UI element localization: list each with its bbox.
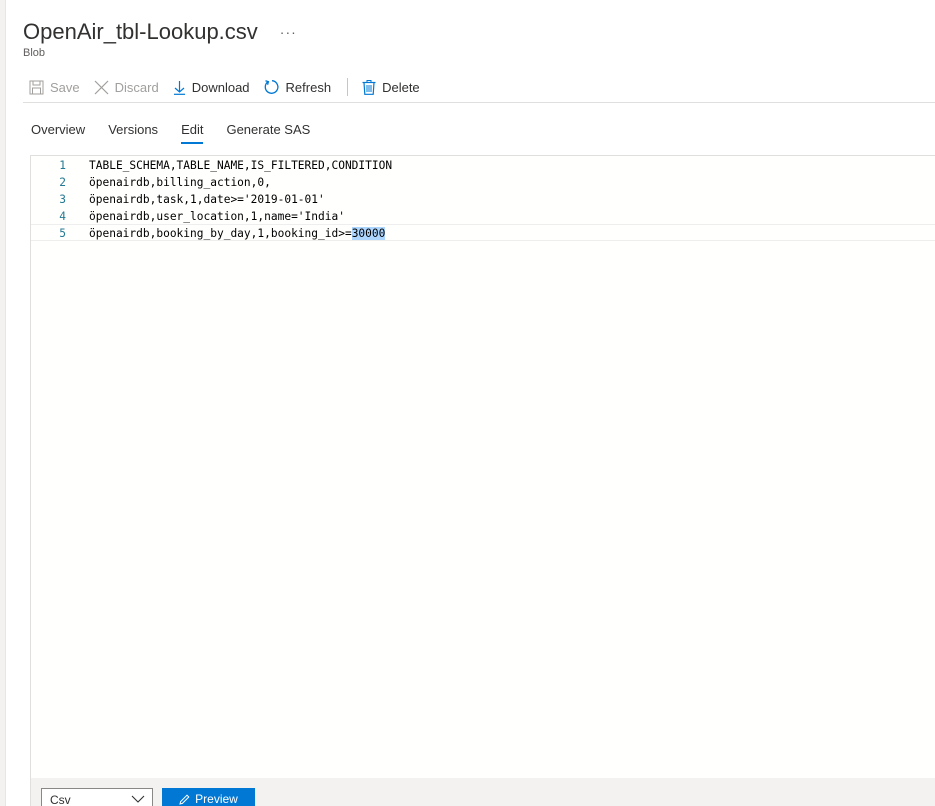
pencil-icon — [179, 793, 190, 805]
download-button[interactable]: Download — [173, 80, 250, 95]
selected-text: 30000 — [351, 227, 386, 240]
left-edge-panel — [0, 0, 6, 806]
preview-button[interactable]: Preview — [162, 788, 255, 806]
tab-generate-sas[interactable]: Generate SAS — [226, 122, 310, 144]
delete-button[interactable]: Delete — [362, 79, 420, 95]
chevron-down-icon — [131, 795, 145, 803]
title-row: OpenAir_tbl-Lookup.csv ··· — [23, 18, 297, 46]
line-text-plain: öpenairdb,booking_by_day,1,booking_id>= — [89, 227, 352, 240]
line-text[interactable]: öpenairdb,user_location,1,name='India' — [89, 208, 345, 225]
more-options-button[interactable]: ··· — [280, 18, 297, 46]
line-text[interactable]: öpenairdb,booking_by_day,1,booking_id>=3… — [89, 225, 386, 242]
discard-icon — [94, 80, 109, 94]
preview-label: Preview — [195, 792, 238, 806]
editor-line[interactable]: 4 öpenairdb,user_location,1,name='India' — [31, 208, 935, 225]
discard-button[interactable]: Discard — [94, 80, 159, 95]
refresh-label: Refresh — [285, 79, 332, 95]
editor-line[interactable]: 3 öpenairdb,task,1,date>='2019-01-01' — [31, 191, 935, 208]
line-text[interactable]: öpenairdb,task,1,date>='2019-01-01' — [89, 191, 325, 208]
download-label: Download — [191, 79, 250, 95]
header-divider — [23, 102, 935, 103]
page-title: OpenAir_tbl-Lookup.csv — [23, 19, 258, 44]
command-bar: Save Discard Download Refresh Delete — [29, 76, 434, 98]
save-button[interactable]: Save — [29, 80, 80, 95]
page-subtitle: Blob — [23, 47, 46, 59]
editor-footer: Csv Preview — [30, 778, 935, 806]
tab-versions[interactable]: Versions — [108, 122, 158, 144]
tab-overview[interactable]: Overview — [31, 122, 85, 144]
delete-label: Delete — [382, 79, 420, 95]
line-number: 5 — [59, 227, 66, 240]
save-icon — [29, 80, 44, 94]
tab-edit[interactable]: Edit — [181, 122, 204, 144]
editor-line[interactable]: 2 öpenairdb,billing_action,0, — [31, 174, 935, 191]
editor-line-current[interactable]: 5 öpenairdb,booking_by_day,1,booking_id>… — [31, 224, 935, 241]
line-number: 3 — [59, 193, 66, 206]
tab-bar: Overview Versions Edit Generate SAS — [31, 122, 333, 144]
line-number: 4 — [59, 210, 66, 223]
format-dropdown[interactable]: Csv — [41, 788, 153, 806]
line-text[interactable]: öpenairdb,billing_action,0, — [89, 174, 271, 191]
line-text[interactable]: TABLE_SCHEMA,TABLE_NAME,IS_FILTERED,COND… — [89, 157, 392, 174]
format-dropdown-value: Csv — [50, 793, 71, 806]
blade-header: OpenAir_tbl-Lookup.csv ··· Blob — [23, 18, 297, 59]
editor-line[interactable]: 1 TABLE_SCHEMA,TABLE_NAME,IS_FILTERED,CO… — [31, 157, 935, 174]
save-label: Save — [50, 79, 80, 95]
line-number: 2 — [59, 176, 66, 189]
toolbar-separator — [347, 78, 349, 96]
code-editor[interactable]: 1 TABLE_SCHEMA,TABLE_NAME,IS_FILTERED,CO… — [30, 155, 935, 778]
discard-label: Discard — [114, 79, 159, 95]
refresh-button[interactable]: Refresh — [264, 79, 332, 95]
download-icon — [173, 80, 185, 95]
refresh-icon — [264, 80, 279, 94]
trash-icon — [362, 79, 376, 95]
line-number: 1 — [59, 159, 66, 172]
